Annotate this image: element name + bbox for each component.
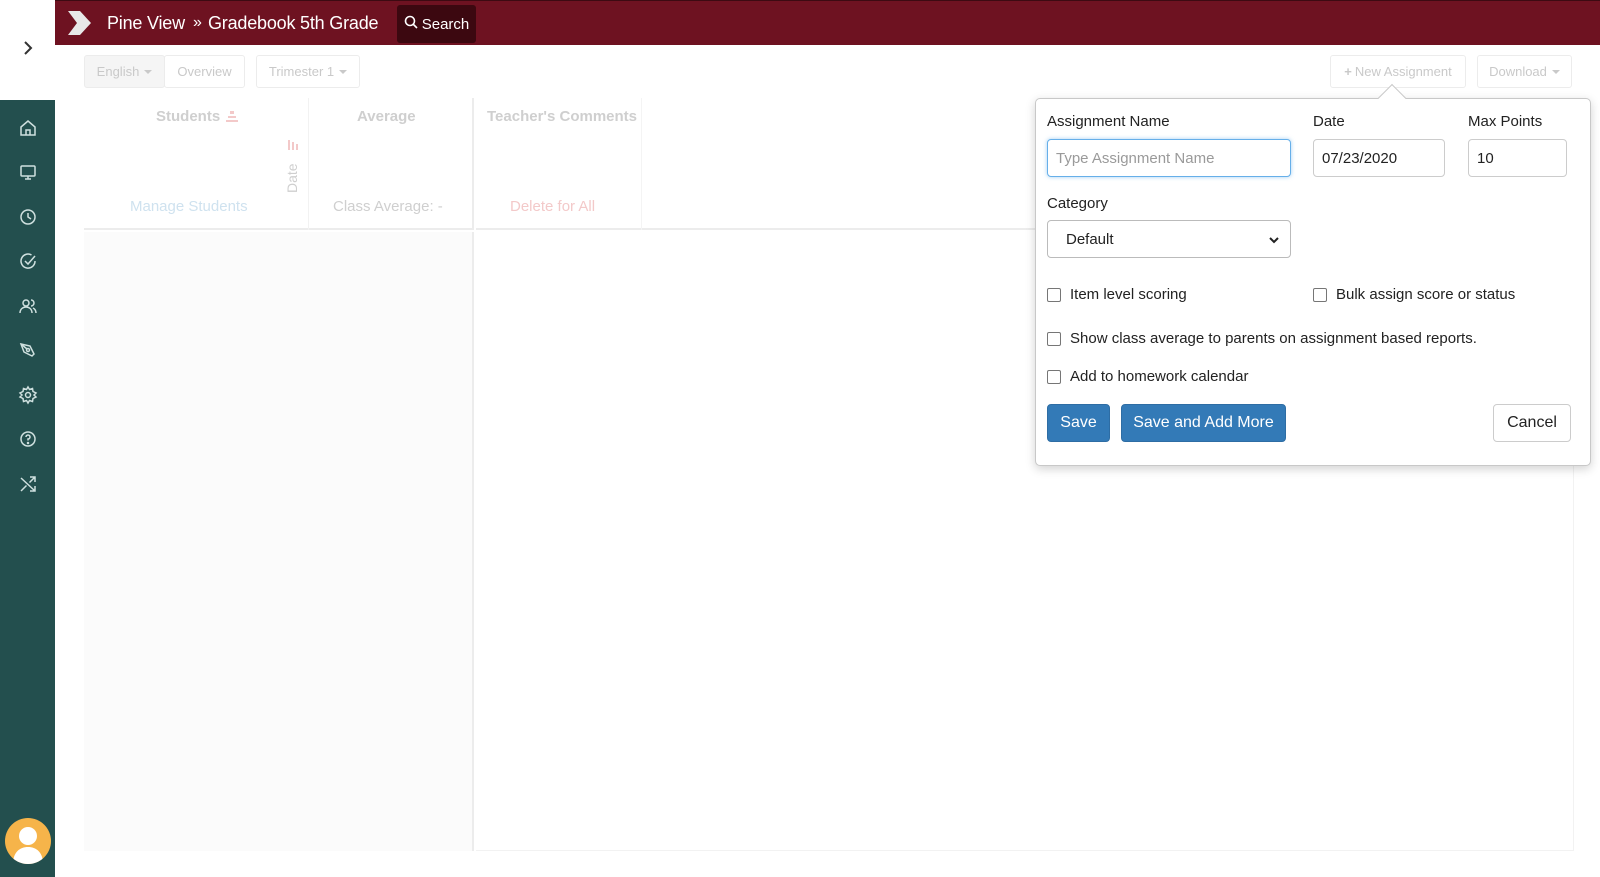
chevron-down-icon: [1268, 233, 1280, 250]
home-icon: [18, 118, 38, 143]
bulk-assign-option[interactable]: Bulk assign score or status: [1313, 286, 1515, 303]
gear-icon: [18, 385, 38, 410]
new-assignment-label: New Assignment: [1354, 64, 1452, 79]
caret-down-icon: [1551, 69, 1560, 74]
show-class-average-checkbox[interactable]: [1047, 331, 1061, 346]
popover-arrow: [1377, 83, 1407, 113]
bar-chart-icon: [287, 138, 299, 156]
pen-icon: [18, 340, 38, 365]
date-input[interactable]: [1313, 139, 1445, 177]
subject-label: English: [96, 64, 140, 79]
average-column-header: Average Class Average: -: [309, 98, 474, 230]
term-label: Trimester 1: [268, 64, 335, 79]
bulk-assign-label: Bulk assign score or status: [1336, 286, 1516, 303]
assignment-name-input[interactable]: [1047, 139, 1291, 177]
search-icon: [404, 15, 418, 33]
avatar[interactable]: [5, 818, 51, 864]
homework-calendar-checkbox[interactable]: [1047, 369, 1061, 384]
overview-label: Overview: [177, 64, 232, 79]
show-class-average-option[interactable]: Show class average to parents on assignm…: [1047, 330, 1477, 347]
clock-icon: [18, 207, 38, 232]
cancel-label: Cancel: [1507, 414, 1557, 431]
sidebar-item-tasks[interactable]: [0, 242, 55, 287]
sidebar-item-shuffle[interactable]: [0, 464, 55, 509]
term-dropdown[interactable]: Trimester 1: [256, 55, 360, 88]
breadcrumb-separator: »: [193, 14, 202, 31]
search-button[interactable]: Search: [397, 5, 476, 43]
top-bar: Pine View » Gradebook 5th Grade Search: [55, 0, 1600, 45]
sidebar: [0, 0, 55, 877]
caret-down-icon: [144, 69, 153, 74]
sidebar-item-home[interactable]: [0, 108, 55, 153]
assignment-name-label: Assignment Name: [1047, 113, 1170, 130]
expand-sidebar-button[interactable]: [0, 0, 55, 100]
item-level-scoring-checkbox[interactable]: [1047, 287, 1061, 302]
new-assignment-button[interactable]: + New Assignment: [1330, 55, 1466, 88]
search-label: Search: [421, 15, 470, 33]
save-and-add-more-label: Save and Add More: [1133, 414, 1274, 431]
overview-button[interactable]: Overview: [164, 55, 245, 88]
students-body: [84, 232, 474, 851]
save-and-add-more-button[interactable]: Save and Add More: [1121, 404, 1286, 442]
users-icon: [18, 296, 38, 321]
download-label: Download: [1489, 64, 1547, 79]
max-points-input[interactable]: [1468, 139, 1567, 177]
new-assignment-popover: Assignment Name Date Max Points Category…: [1035, 83, 1591, 466]
breadcrumb-school[interactable]: Pine View: [107, 13, 185, 34]
category-label: Category: [1047, 195, 1108, 212]
comments-header: Teacher's Comments: [487, 108, 638, 125]
category-select[interactable]: Default: [1047, 220, 1291, 258]
save-label: Save: [1060, 414, 1097, 431]
subject-dropdown[interactable]: English: [84, 55, 165, 88]
max-points-label: Max Points: [1468, 113, 1543, 130]
monitor-icon: [18, 162, 38, 187]
date-column-label: Date: [284, 163, 300, 193]
column-divider: [641, 98, 642, 230]
shuffle-icon: [18, 474, 38, 499]
logo-icon[interactable]: [66, 10, 92, 41]
delete-for-all-link[interactable]: Delete for All: [510, 198, 595, 215]
students-header[interactable]: Students: [156, 108, 220, 125]
help-icon: [18, 429, 38, 454]
students-column-header: Students Date Manage Students: [84, 98, 309, 230]
show-class-average-label: Show class average to parents on assignm…: [1070, 330, 1477, 347]
class-average-label: Class Average: -: [333, 198, 443, 215]
homework-calendar-option[interactable]: Add to homework calendar: [1047, 368, 1248, 385]
manage-students-link[interactable]: Manage Students: [130, 198, 248, 215]
bulk-assign-checkbox[interactable]: [1313, 287, 1327, 302]
caret-down-icon: [339, 69, 348, 74]
app-root: Pine View » Gradebook 5th Grade Search E…: [0, 0, 1600, 877]
sidebar-item-clock[interactable]: [0, 197, 55, 242]
sidebar-item-grading[interactable]: [0, 331, 55, 376]
sort-icon[interactable]: [225, 110, 239, 129]
sidebar-item-settings[interactable]: [0, 375, 55, 420]
homework-calendar-label: Add to homework calendar: [1070, 368, 1249, 385]
average-header: Average: [357, 108, 416, 125]
sidebar-item-monitor[interactable]: [0, 153, 55, 198]
sidebar-item-help[interactable]: [0, 420, 55, 465]
plus-icon: +: [1344, 64, 1352, 79]
chevron-right-icon: [22, 40, 34, 61]
download-dropdown[interactable]: Download: [1477, 55, 1572, 88]
cancel-button[interactable]: Cancel: [1493, 404, 1571, 442]
students-header-area: Students Date Manage Students Average Cl…: [84, 98, 474, 230]
check-circle-icon: [18, 251, 38, 276]
category-value: Default: [1066, 230, 1114, 248]
sidebar-item-users[interactable]: [0, 286, 55, 331]
item-level-scoring-label: Item level scoring: [1070, 286, 1187, 303]
date-label: Date: [1313, 113, 1345, 130]
breadcrumb-gradebook[interactable]: Gradebook 5th Grade: [208, 13, 379, 34]
save-button[interactable]: Save: [1047, 404, 1110, 442]
item-level-scoring-option[interactable]: Item level scoring: [1047, 286, 1187, 303]
sidebar-nav: [0, 108, 55, 509]
